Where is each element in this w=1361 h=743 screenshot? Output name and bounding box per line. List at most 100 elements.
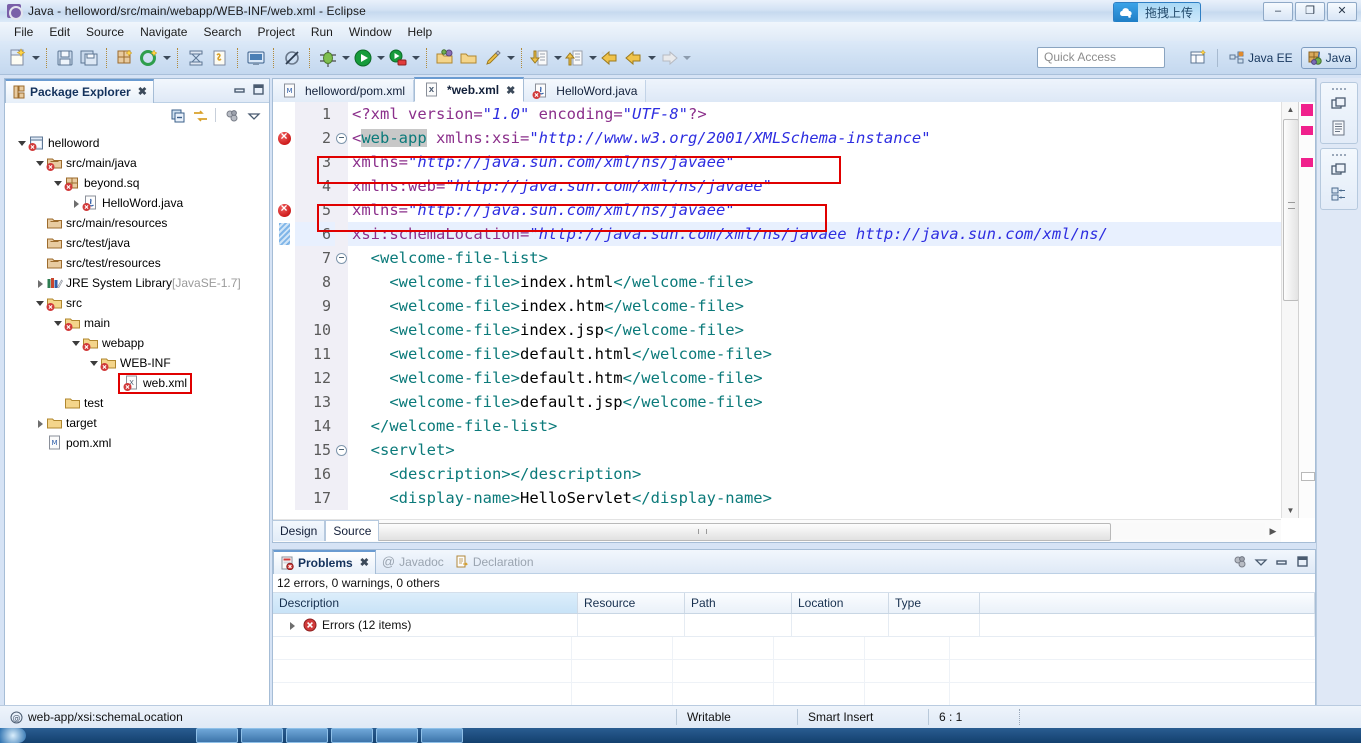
tree-item-web-inf[interactable]: WEB-INF [5,353,269,373]
tree-item-pom-xml[interactable]: Mpom.xml [5,433,269,453]
error-marker-icon[interactable] [273,201,295,217]
chevron-down-icon[interactable] [71,338,82,349]
column-header-path[interactable]: Path [685,593,792,613]
chevron-down-icon[interactable] [17,138,28,149]
menu-help[interactable]: Help [400,23,441,41]
minimize-icon[interactable] [233,83,246,96]
menu-file[interactable]: File [6,23,41,41]
next-annotation-dropdown-icon[interactable] [552,47,563,69]
code-line-4[interactable]: 4 xmlns:web="http://java.sun.com/xml/ns/j… [273,174,1281,198]
overview-error-marker[interactable] [1301,126,1313,135]
focus-icon[interactable] [225,109,238,122]
editor-tab--web-xml[interactable]: X *web.xml ✖ [414,77,525,102]
back-alt-icon[interactable] [623,47,645,69]
taskbar-item[interactable] [331,728,373,743]
minimize-button[interactable]: – [1263,2,1293,21]
back-dropdown-icon[interactable] [646,47,657,69]
code-line-6[interactable]: 6 xsi:schemaLocation="http://java.sun.com… [273,222,1281,246]
debug-icon[interactable] [317,47,339,69]
collapse-all-icon[interactable] [171,109,185,122]
taskbar-item[interactable] [421,728,463,743]
chevron-right-icon[interactable] [35,278,46,289]
menu-search[interactable]: Search [195,23,249,41]
previous-annotation-dropdown-icon[interactable] [587,47,598,69]
start-button[interactable] [0,728,26,743]
drag-upload-badge[interactable]: 拖拽上传 [1112,2,1201,23]
refresh-icon[interactable] [138,47,160,69]
code-line-13[interactable]: 13 <welcome-file>default.jsp</welcome-fi… [273,390,1281,414]
overview-error-marker[interactable] [1301,104,1313,116]
vertical-scroll-thumb[interactable] [1283,119,1299,301]
link-with-editor-icon[interactable] [193,109,207,122]
editor-page-tab-source[interactable]: Source [325,520,380,541]
close-icon[interactable]: ✖ [360,556,369,569]
new-wizard-icon[interactable] [7,47,29,69]
tree-item-web-xml[interactable]: Xweb.xml [5,372,269,394]
overview-ruler[interactable] [1298,102,1315,518]
editor-tab-helloword-pom-xml[interactable]: Mhelloword/pom.xml [273,80,415,102]
console-icon[interactable] [245,47,267,69]
new-package-icon[interactable] [114,47,136,69]
code-line-15[interactable]: 15 <servlet> [273,438,1281,462]
taskbar-item[interactable] [241,728,283,743]
tree-item-src-main-java[interactable]: src/main/java [5,153,269,173]
code-line-17[interactable]: 17 <display-name>HelloServlet</display-n… [273,486,1281,510]
tree-item-target[interactable]: target [5,413,269,433]
back-icon[interactable] [599,47,621,69]
run-icon[interactable] [352,47,374,69]
tab-declaration[interactable]: Declaration [450,551,540,573]
scroll-down-icon[interactable]: ▼ [1282,503,1299,518]
taskbar-item[interactable] [376,728,418,743]
perspective-java[interactable]: Java [1300,46,1357,69]
code-line-10[interactable]: 10 <welcome-file>index.jsp</welcome-file… [273,318,1281,342]
code-line-2[interactable]: 2 <web-app xmlns:xsi="http://www.w3.org/2… [273,126,1281,150]
view-menu-icon[interactable] [1254,555,1268,568]
restore-icon[interactable] [1321,158,1357,182]
fold-collapse-icon[interactable] [335,246,348,270]
code-line-16[interactable]: 16 <description></description> [273,462,1281,486]
minimize-icon[interactable] [1275,555,1288,568]
open-type-icon[interactable] [434,47,456,69]
build-icon[interactable] [185,47,207,69]
column-header-location[interactable]: Location [792,593,889,613]
close-button[interactable]: ✕ [1327,2,1357,21]
run-server-icon[interactable] [387,47,409,69]
editor-vertical-scrollbar[interactable]: ▲ ▼ [1281,102,1299,518]
code-line-12[interactable]: 12 <welcome-file>default.htm</welcome-fi… [273,366,1281,390]
tree-item-src-test-resources[interactable]: src/test/resources [5,253,269,273]
chevron-down-icon[interactable] [53,178,64,189]
tree-item-src[interactable]: src [5,293,269,313]
code-line-3[interactable]: 3 xmlns="http://java.sun.com/xml/ns/javae… [273,150,1281,174]
chevron-right-icon[interactable] [35,418,46,429]
annotate-dropdown-icon[interactable] [505,47,516,69]
code-line-5[interactable]: 5 xmlns="http://java.sun.com/xml/ns/javae… [273,198,1281,222]
tree-item-main[interactable]: main [5,313,269,333]
menu-window[interactable]: Window [341,23,400,41]
code-line-14[interactable]: 14 </welcome-file-list> [273,414,1281,438]
chevron-right-icon[interactable] [287,620,298,631]
new-wizard-dropdown-icon[interactable] [30,47,41,69]
tree-item-helloword[interactable]: helloword [5,133,269,153]
chevron-down-icon[interactable] [35,158,46,169]
maximize-icon[interactable] [252,83,265,96]
forward-icon[interactable] [658,47,680,69]
previous-annotation-icon[interactable] [564,47,586,69]
menu-run[interactable]: Run [303,23,341,41]
tab-javadoc[interactable]: @ Javadoc [376,551,450,573]
taskbar-item[interactable] [286,728,328,743]
scroll-up-icon[interactable]: ▲ [1282,102,1299,117]
editor-tab-helloword-java[interactable]: HelloWord.java [524,80,647,102]
debug-dropdown-icon[interactable] [340,47,351,69]
view-menu-icon[interactable] [247,109,261,122]
code-line-9[interactable]: 9 <welcome-file>index.htm</welcome-file> [273,294,1281,318]
tree-item-webapp[interactable]: webapp [5,333,269,353]
change-marker-icon[interactable] [273,223,295,245]
restore-icon[interactable] [1321,92,1357,116]
column-header-resource[interactable]: Resource [578,593,685,613]
menu-project[interactable]: Project [249,23,302,41]
chevron-down-icon[interactable] [35,298,46,309]
chevron-right-icon[interactable] [71,198,82,209]
code-line-1[interactable]: 1 <?xml version="1.0" encoding="UTF-8"?> [273,102,1281,126]
fold-collapse-icon[interactable] [335,126,348,150]
code-line-11[interactable]: 11 <welcome-file>default.html</welcome-f… [273,342,1281,366]
